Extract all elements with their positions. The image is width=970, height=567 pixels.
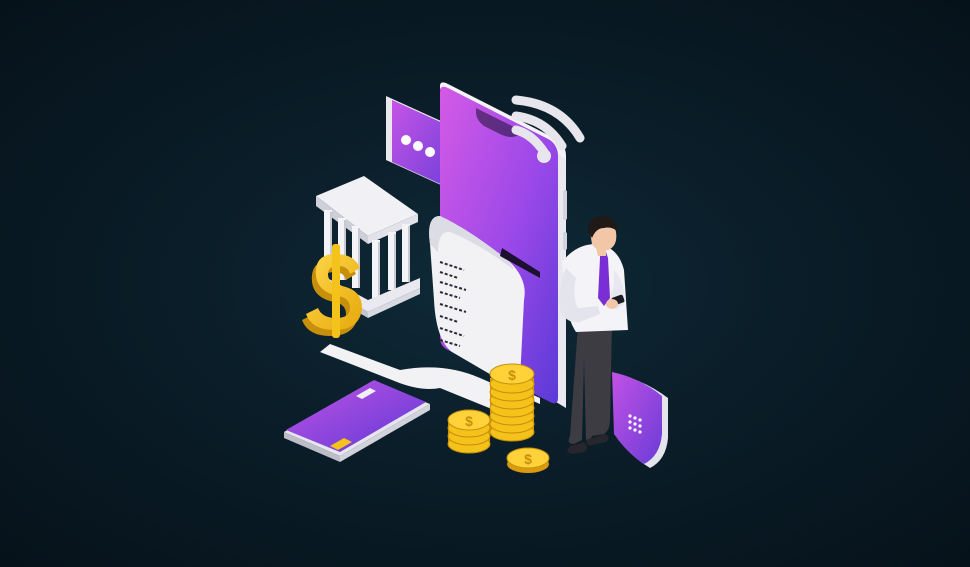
illustration-scene: $ $ $ [0,0,970,567]
dollar-icon: $ [524,451,532,467]
credit-card [284,380,430,462]
dollar-icon: $ [508,367,516,383]
coin-single: $ [506,447,550,473]
security-shield [612,372,668,468]
mobile-payment-illustration: $ $ $ [284,82,668,473]
dollar-icon: $ [465,413,473,429]
coin-stack-tall: $ [489,363,535,442]
coin-stack-short: $ [447,409,491,454]
